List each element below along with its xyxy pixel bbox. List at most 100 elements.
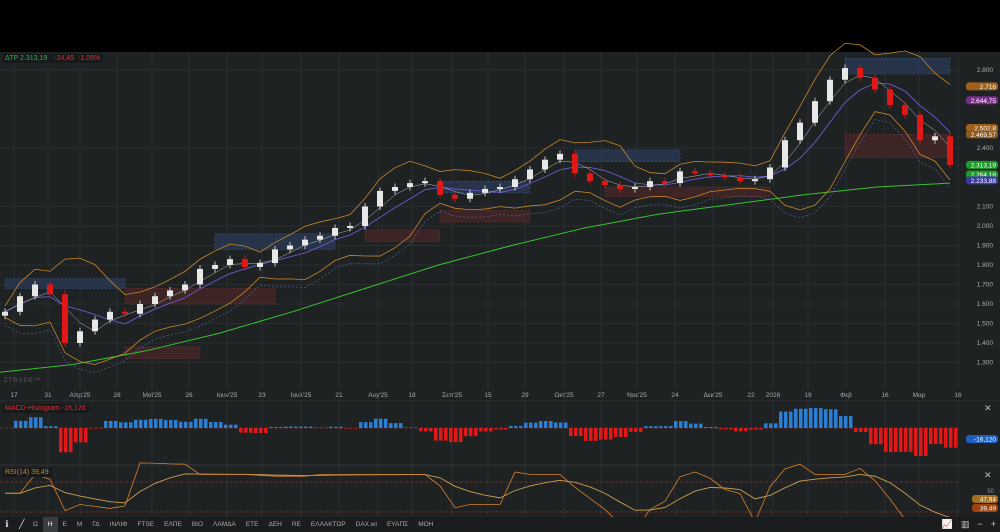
macd-histogram-bar	[334, 426, 338, 428]
candle-body	[347, 226, 353, 228]
rsi-legend: RSI(14) 39,49	[2, 468, 52, 477]
candle-body	[482, 188, 488, 193]
macd-histogram-bar	[539, 420, 543, 428]
time-axis-label: 17	[10, 392, 18, 399]
close-rsi-icon[interactable]: ✕	[984, 470, 992, 481]
macd-histogram-bar	[59, 428, 63, 453]
price-change-pct: -1,05%	[78, 55, 101, 62]
macd-histogram-bar	[719, 428, 723, 430]
candle-body	[272, 249, 278, 264]
price-tag-label: 2.313,19	[971, 162, 997, 169]
toolbar-item[interactable]: Ω	[28, 517, 43, 532]
time-axis-label: 27	[597, 392, 605, 399]
toolbar-item[interactable]: RE	[287, 517, 306, 532]
macd-histogram-bar	[574, 428, 578, 437]
macd-histogram-bar	[54, 426, 58, 428]
time-axis-label: Μαρ	[913, 392, 926, 399]
toolbar-item[interactable]: Η	[42, 517, 58, 532]
macd-histogram-bar	[44, 426, 48, 428]
macd-histogram-bar	[144, 419, 148, 428]
macd-histogram-bar	[174, 420, 178, 428]
macd-histogram-bar	[779, 411, 783, 428]
macd-histogram-bar	[689, 423, 693, 428]
macd-value-tag-label: -16,120	[974, 437, 996, 444]
macd-histogram-bar	[749, 428, 753, 430]
macd-histogram-bar	[34, 417, 38, 428]
toolbar-item[interactable]: ΕΤΕ	[241, 517, 264, 532]
macd-histogram-bar	[474, 428, 478, 437]
candle-body	[287, 245, 293, 250]
price-tick-label: 1.300	[977, 360, 994, 367]
candle-body	[932, 136, 938, 141]
chart-canvas[interactable]: 2.800 2.400 2.100 2.000 1.900 1.800 1.700 1.600…	[0, 0, 1000, 517]
toolbar-item[interactable]: FTSE	[133, 517, 160, 532]
macd-histogram-bar	[64, 428, 68, 453]
toolbar-item[interactable]: ΒΙΟ	[187, 517, 208, 532]
macd-histogram-bar	[269, 427, 273, 428]
macd-histogram-bar	[934, 428, 938, 445]
candle-body	[677, 171, 683, 184]
toolbar-item[interactable]: ΔΕΗ	[263, 517, 286, 532]
candle-body	[887, 89, 893, 106]
macd-histogram-bar	[214, 421, 218, 428]
candle-body	[752, 179, 758, 182]
macd-histogram-bar	[99, 428, 103, 429]
macd-histogram-bar	[679, 421, 683, 428]
macd-histogram-bar	[939, 428, 943, 445]
macd-histogram-bar	[614, 428, 618, 438]
macd-histogram-bar	[624, 428, 628, 438]
time-axis-label: Νοε'25	[627, 392, 647, 399]
macd-histogram-bar	[544, 420, 548, 428]
toolbar-item[interactable]: ΕΛΠΕ	[159, 517, 187, 532]
bar-chart-icon[interactable]: ▥	[961, 517, 970, 532]
macd-histogram-bar	[219, 421, 223, 428]
toolbar-item[interactable]: Μ	[72, 517, 87, 532]
candle-body	[872, 77, 878, 90]
zoom-out-icon[interactable]: −	[977, 517, 982, 532]
toolbar-item[interactable]: ΜΟΗ	[413, 517, 438, 532]
macd-histogram-bar	[894, 428, 898, 453]
macd-histogram-bar	[349, 428, 353, 429]
candle-body	[707, 173, 713, 176]
close-macd-icon[interactable]: ✕	[984, 403, 992, 414]
candle-body	[767, 167, 773, 180]
macd-histogram-bar	[389, 423, 393, 428]
macd-histogram-bar	[89, 428, 93, 429]
toolbar-item[interactable]: ΛΑΜΔΑ	[208, 517, 241, 532]
macd-histogram-bar	[304, 426, 308, 428]
zoom-in-icon[interactable]: +	[991, 517, 996, 532]
macd-histogram-bar	[329, 426, 333, 428]
candle-body	[827, 79, 833, 102]
macd-histogram-bar	[759, 428, 763, 430]
toolbar-item[interactable]: ΙΝΛΙΦ	[105, 517, 133, 532]
candle-body	[317, 235, 323, 240]
macd-histogram-bar	[644, 426, 648, 428]
macd-histogram-bar	[139, 419, 143, 428]
macd-histogram-bar	[24, 420, 28, 428]
rsi-value-tag-label: 39,49	[980, 506, 997, 513]
macd-histogram-bar	[869, 428, 873, 445]
macd-histogram-bar	[769, 423, 773, 428]
macd-histogram-bar	[829, 409, 833, 428]
toolbar-item[interactable]: DAX.wi	[351, 517, 382, 532]
time-axis-label: Ιουλ'25	[291, 392, 312, 399]
macd-histogram-bar	[489, 428, 493, 432]
toolbar-item[interactable]: ΕΥΑΠΣ	[382, 517, 413, 532]
macd-histogram-bar	[119, 422, 123, 428]
indicators-icon[interactable]: 📈	[942, 517, 953, 532]
macd-histogram-bar	[124, 422, 128, 428]
macd-histogram-bar	[849, 416, 853, 428]
macd-histogram-bar	[784, 411, 788, 428]
macd-histogram-bar	[169, 420, 173, 428]
candle-body	[452, 194, 458, 199]
candle-body	[92, 319, 98, 332]
toolbar-item[interactable]: Ε	[58, 517, 72, 532]
bottom-toolbar: ℹ ╱ Ω Η Ε Μ ΓΔ ΙΝΛΙΦ FTSE ΕΛΠΕ ΒΙΟ ΛΑΜΔΑ ΕΤΕ ΔΕΗ RE Ε…	[0, 517, 1000, 532]
toolbar-item[interactable]: ΕΛΛΑΚΤΩΡ	[306, 517, 351, 532]
info-icon[interactable]: ℹ	[0, 517, 14, 532]
macd-histogram-bar	[864, 428, 868, 432]
toolbar-item[interactable]: ΓΔ	[87, 517, 104, 532]
macd-histogram-bar	[479, 428, 483, 432]
draw-line-icon[interactable]: ╱	[14, 517, 28, 532]
toolbar-right: 📈 ▥ − +	[942, 517, 996, 532]
